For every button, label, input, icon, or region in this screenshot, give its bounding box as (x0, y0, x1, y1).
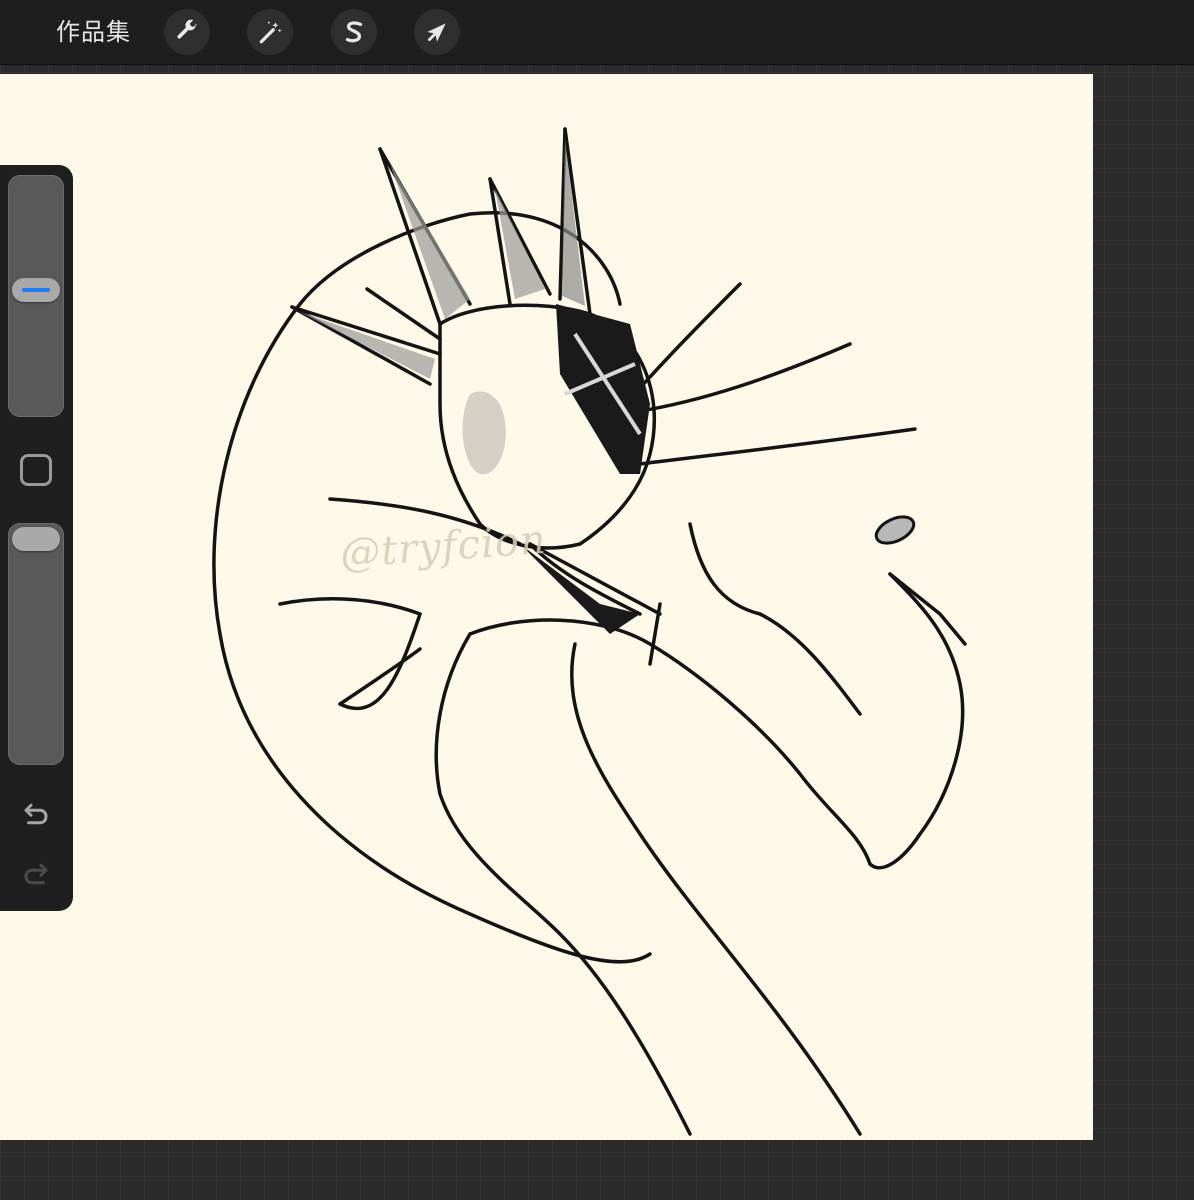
top-toolbar: 作品集 (0, 0, 1194, 65)
arrow-cursor-icon (427, 23, 446, 42)
brush-sidebar (0, 165, 73, 911)
brush-opacity-thumb[interactable] (12, 527, 60, 551)
actions-button[interactable] (164, 9, 210, 55)
selection-button[interactable] (331, 9, 377, 55)
selection-s-icon (345, 21, 363, 43)
adjustments-button[interactable] (247, 9, 293, 55)
drawing-canvas[interactable]: @tryfcion (0, 74, 1093, 1140)
modify-square-icon[interactable] (20, 454, 52, 486)
brush-size-thumb[interactable] (12, 277, 60, 302)
undo-icon (24, 803, 48, 825)
undo-button[interactable] (18, 796, 54, 832)
transform-button[interactable] (414, 9, 460, 55)
brush-size-slider[interactable] (8, 175, 64, 417)
redo-button[interactable] (18, 856, 54, 892)
magic-wand-icon (259, 21, 282, 44)
sketch-artwork (212, 127, 967, 1136)
wrench-icon (177, 19, 197, 39)
gallery-button[interactable]: 作品集 (56, 14, 131, 50)
redo-icon (24, 863, 48, 885)
brush-opacity-slider[interactable] (8, 523, 64, 765)
